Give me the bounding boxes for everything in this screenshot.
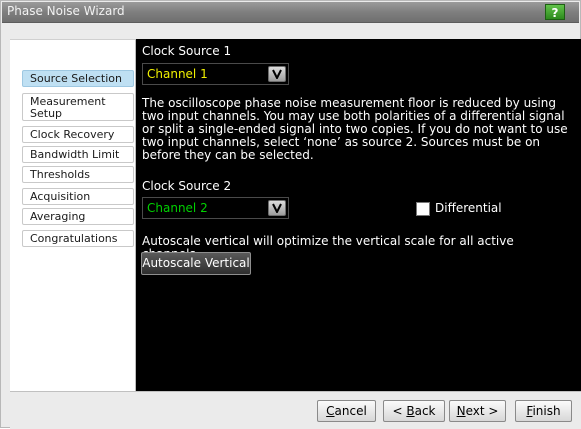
next-label: ext >: [465, 404, 499, 418]
nav-item-label: Acquisition: [30, 190, 91, 203]
finish-button[interactable]: Finish: [515, 400, 572, 422]
nav-item-label: Averaging: [30, 210, 86, 223]
help-icon: ?: [551, 6, 559, 20]
clock-source-2-value: Channel 2: [147, 201, 208, 215]
title-bar[interactable]: Phase Noise Wizard ?: [2, 2, 579, 23]
back-button[interactable]: < Back: [383, 400, 445, 422]
nav-item-averaging[interactable]: Averaging: [22, 208, 134, 225]
next-mnemonic: N: [456, 404, 466, 418]
nav-item-acquisition[interactable]: Acquisition: [22, 188, 134, 205]
wizard-step-nav: Source Selection Measurement Setup Clock…: [10, 39, 136, 392]
differential-label: Differential: [435, 201, 502, 215]
cancel-button[interactable]: Cancel: [317, 400, 376, 422]
cancel-label: ancel: [334, 404, 367, 418]
clock-source-1-select[interactable]: Channel 1: [142, 63, 289, 85]
nav-item-congratulations[interactable]: Congratulations: [22, 230, 134, 247]
autoscale-vertical-label: Autoscale Vertical: [142, 256, 250, 270]
cancel-mnemonic: C: [326, 404, 335, 418]
nav-item-label: Clock Recovery: [30, 128, 115, 141]
differential-checkbox[interactable]: [416, 202, 430, 216]
chevron-down-icon[interactable]: [268, 200, 286, 216]
phase-noise-wizard-window: Phase Noise Wizard ? Source Selection Me…: [0, 0, 581, 429]
wizard-footer: Cancel < Back Next > Finish: [10, 391, 581, 429]
nav-item-label: Congratulations: [30, 232, 118, 245]
nav-item-thresholds[interactable]: Thresholds: [22, 166, 134, 183]
help-button[interactable]: ?: [545, 4, 565, 20]
autoscale-vertical-button[interactable]: Autoscale Vertical: [141, 252, 251, 275]
next-button[interactable]: Next >: [449, 400, 506, 422]
nav-item-label: Thresholds: [30, 168, 90, 181]
clock-source-2-label: Clock Source 2: [142, 179, 232, 193]
nav-item-measurement-setup[interactable]: Measurement Setup: [22, 93, 134, 121]
nav-item-clock-recovery[interactable]: Clock Recovery: [22, 126, 134, 143]
finish-label: inish: [532, 404, 561, 418]
clock-source-2-select[interactable]: Channel 2: [142, 197, 289, 219]
nav-item-label: Measurement Setup: [30, 95, 106, 120]
source-description: The oscilloscope phase noise measurement…: [142, 96, 568, 162]
chevron-down-icon[interactable]: [268, 66, 286, 82]
window-title: Phase Noise Wizard: [7, 4, 125, 18]
back-mnemonic: B: [406, 404, 415, 418]
nav-item-label: Source Selection: [30, 72, 122, 85]
back-label: ack: [414, 404, 436, 418]
nav-item-label: Bandwidth Limit: [30, 148, 120, 161]
back-prefix: <: [392, 404, 407, 418]
clock-source-1-label: Clock Source 1: [142, 44, 232, 58]
source-selection-panel: Clock Source 1 Channel 1 The oscilloscop…: [136, 39, 581, 391]
nav-item-bandwidth-limit[interactable]: Bandwidth Limit: [22, 146, 134, 163]
nav-item-source-selection[interactable]: Source Selection: [22, 70, 134, 87]
clock-source-1-value: Channel 1: [147, 67, 208, 81]
